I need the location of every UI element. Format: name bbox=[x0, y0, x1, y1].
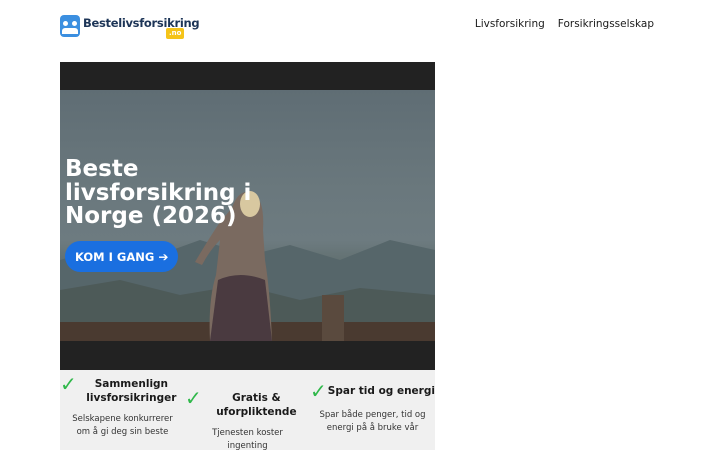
feature-description: Tjenesten koster ingenting bbox=[212, 428, 283, 450]
hero-title: Beste livsforsikring i Norge (2026) bbox=[65, 156, 252, 229]
feature-title: Spar tid og energi bbox=[327, 385, 435, 397]
checkmark-icon: ✓ bbox=[185, 386, 202, 410]
checkmark-icon: ✓ bbox=[310, 379, 327, 403]
main-nav: Livsforsikring Forsikringsselskap bbox=[475, 18, 654, 30]
feature-title: Sammenlign livsforsikringer bbox=[86, 378, 177, 404]
feature-compare: ✓ Sammenlign livsforsikringer Selskapene… bbox=[60, 370, 185, 439]
features-section: ✓ Sammenlign livsforsikringer Selskapene… bbox=[60, 370, 435, 450]
nav-livsforsikring[interactable]: Livsforsikring bbox=[475, 18, 545, 30]
family-umbrella-icon bbox=[60, 15, 80, 37]
feature-save-time: ✓ Spar tid og energi Spar både penger, t… bbox=[310, 370, 435, 435]
feature-free: ✓ Gratis & uforpliktende Tjenesten koste… bbox=[185, 370, 310, 450]
feature-description: Spar både penger, tid og energi på å bru… bbox=[319, 410, 426, 433]
nav-forsikringsselskap[interactable]: Forsikringsselskap bbox=[558, 18, 654, 30]
hero-banner: Beste livsforsikring i Norge (2026) KOM … bbox=[60, 62, 435, 370]
site-header: Bestelivsforsikring .no Livsforsikring F… bbox=[0, 0, 720, 52]
get-started-button[interactable]: KOM I GANG ➔ bbox=[65, 241, 179, 272]
get-started-label: KOM I GANG bbox=[75, 249, 155, 264]
checkmark-icon: ✓ bbox=[60, 372, 77, 396]
site-logo[interactable]: Bestelivsforsikring .no bbox=[60, 14, 200, 40]
arrow-right-icon: ➔ bbox=[158, 249, 169, 264]
feature-title: Gratis & uforpliktende bbox=[216, 392, 297, 418]
logo-badge: .no bbox=[166, 28, 185, 39]
feature-description: Selskapene konkurrerer om å gi deg sin b… bbox=[72, 414, 173, 437]
